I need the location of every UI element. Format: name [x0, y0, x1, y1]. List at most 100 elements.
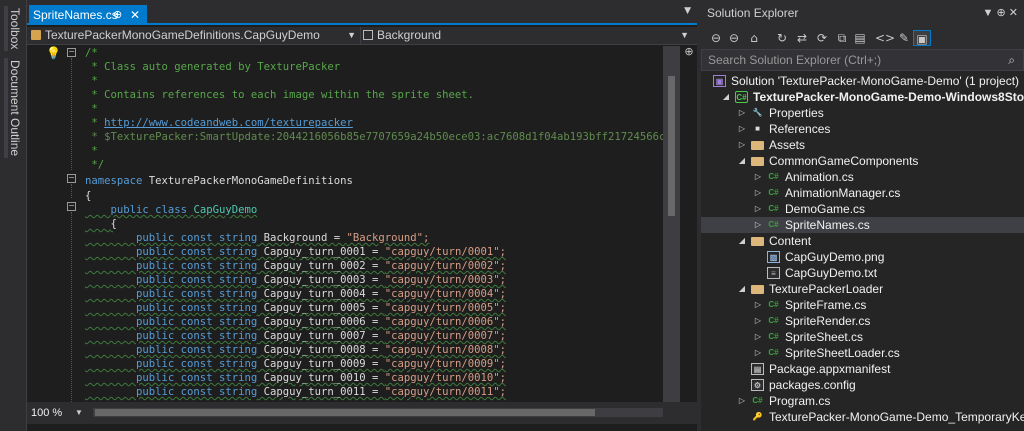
collapsed-arrow-icon[interactable]: ▷: [753, 313, 763, 329]
type-dropdown[interactable]: TexturePackerMonoGameDefinitions.CapGuyD…: [31, 27, 361, 45]
document-tab-row: SpriteNames.cs ⊕ ✕ ▼: [27, 0, 697, 25]
tree-item[interactable]: ▷ 🔧 Properties: [701, 105, 1024, 121]
texturepacker-link[interactable]: http://www.codeandweb.com/texturepacker: [104, 117, 353, 129]
tree-item[interactable]: ▷ C# DemoGame.cs: [701, 201, 1024, 217]
field-name: Background =: [257, 232, 347, 244]
properties-icon[interactable]: ✎: [895, 30, 913, 46]
chevron-down-icon[interactable]: ▼: [75, 408, 83, 417]
collapsed-arrow-icon[interactable]: ▷: [737, 137, 747, 153]
expand-arrow-icon[interactable]: ◢: [737, 281, 747, 297]
keyword: public class: [110, 204, 188, 216]
collapsed-arrow-icon[interactable]: ▷: [753, 185, 763, 201]
tree-item[interactable]: ▷ ■ References: [701, 121, 1024, 137]
close-icon[interactable]: ✕: [130, 5, 140, 25]
csharp-project-icon: C#: [735, 91, 748, 103]
tree-item[interactable]: ⚙ packages.config: [701, 377, 1024, 393]
glyph-margin: [27, 45, 49, 402]
collapsed-arrow-icon[interactable]: ▷: [753, 345, 763, 361]
search-icon: ⌕: [1008, 53, 1015, 67]
collapsed-arrow-icon[interactable]: ▷: [737, 121, 747, 137]
pin-icon[interactable]: ⊕: [113, 5, 122, 25]
expand-arrow-icon[interactable]: ◢: [737, 233, 747, 249]
lightbulb-icon[interactable]: 💡: [46, 46, 61, 60]
keyword: public const string: [136, 260, 258, 272]
preview-icon[interactable]: ▣: [913, 30, 931, 46]
tree-item[interactable]: ▷ C# SpriteSheetLoader.cs: [701, 345, 1024, 361]
type-dropdown-label: TexturePackerMonoGameDefinitions.CapGuyD…: [45, 28, 320, 42]
split-window-icon[interactable]: ⊕: [681, 45, 697, 59]
horizontal-scrollbar[interactable]: [93, 408, 663, 417]
panel-header: Solution Explorer ▼ ⊕ ✕: [701, 0, 1024, 27]
field-name: Capguy_turn_0001 =: [257, 246, 385, 258]
collapse-icon[interactable]: −: [67, 202, 76, 211]
tab-dropdown-icon[interactable]: ▼: [684, 6, 691, 16]
collapse-all-icon[interactable]: ⧉: [833, 30, 851, 46]
collapsed-arrow-icon[interactable]: ▷: [753, 169, 763, 185]
tree-item[interactable]: ▣ Solution 'TexturePacker-MonoGame-Demo' …: [701, 73, 1024, 89]
field-icon: [363, 30, 373, 40]
vertical-scrollbar[interactable]: [663, 46, 680, 402]
pin-icon[interactable]: ⊕: [997, 7, 1006, 19]
show-all-files-icon[interactable]: ▤: [851, 30, 869, 46]
collapsed-arrow-icon[interactable]: ▷: [753, 329, 763, 345]
collapsed-arrow-icon[interactable]: ▷: [753, 217, 763, 233]
config-file-icon: ⚙: [751, 379, 764, 391]
scroll-thumb[interactable]: [95, 409, 595, 416]
tree-item[interactable]: ◢ Content: [701, 233, 1024, 249]
tree-item[interactable]: ▷ C# Animation.cs: [701, 169, 1024, 185]
tree-item[interactable]: 🔑 TexturePacker-MonoGame-Demo_TemporaryKe…: [701, 409, 1024, 425]
tree-item[interactable]: ◢ CommonGameComponents: [701, 153, 1024, 169]
tree-item[interactable]: ▷ C# SpriteNames.cs: [701, 217, 1024, 233]
expand-arrow-icon[interactable]: ◢: [737, 153, 747, 169]
back-icon[interactable]: ⊖: [707, 30, 725, 46]
collapsed-arrow-icon[interactable]: ▷: [753, 201, 763, 217]
close-icon[interactable]: ✕: [1009, 7, 1018, 19]
tree-item[interactable]: ▷ C# Program.cs: [701, 393, 1024, 409]
tree-item[interactable]: ▷ C# SpriteFrame.cs: [701, 297, 1024, 313]
view-code-icon[interactable]: <>: [875, 30, 895, 46]
document-outline-tab[interactable]: Document Outline: [4, 58, 22, 159]
refresh-icon[interactable]: ⟳: [813, 30, 831, 46]
tree-item-label: CommonGameComponents: [769, 154, 919, 168]
field-name: Capguy_turn_0010 =: [257, 372, 385, 384]
code-line: *: [85, 75, 98, 87]
tree-item[interactable]: ◢ TexturePackerLoader: [701, 281, 1024, 297]
sync-icon[interactable]: ⇄: [793, 30, 811, 46]
string-literal: "capguy/turn/0006";: [384, 316, 506, 328]
tree-item[interactable]: ▤ Package.appxmanifest: [701, 361, 1024, 377]
string-literal: "capguy/turn/0007";: [384, 330, 506, 342]
tab-spritenames[interactable]: SpriteNames.cs ⊕ ✕: [29, 5, 147, 25]
collapsed-arrow-icon[interactable]: ▷: [753, 297, 763, 313]
tree-item[interactable]: ≡ CapGuyDemo.txt: [701, 265, 1024, 281]
scroll-thumb[interactable]: [668, 76, 675, 216]
field-name: Capguy_turn_0007 =: [257, 330, 385, 342]
tree-item[interactable]: ▷ C# AnimationManager.cs: [701, 185, 1024, 201]
tree-item[interactable]: ▷ C# SpriteSheet.cs: [701, 329, 1024, 345]
collapsed-arrow-icon[interactable]: ▷: [737, 105, 747, 121]
image-file-icon: ▨: [767, 251, 780, 263]
panel-toolbar: ⊖ ⊖ ⌂ ↻ ⇄ ⟳ ⧉ ▤ <> ✎ ▣: [701, 27, 1024, 49]
code-line: public const string Capguy_turn_0001 = "…: [85, 245, 506, 259]
home-icon[interactable]: ⌂: [745, 30, 763, 46]
tree-item[interactable]: ▷ Assets: [701, 137, 1024, 153]
collapse-icon[interactable]: −: [67, 48, 76, 57]
tree-item[interactable]: ▨ CapGuyDemo.png: [701, 249, 1024, 265]
forward-icon[interactable]: ⊖: [725, 30, 743, 46]
search-input[interactable]: Search Solution Explorer (Ctrl+;) ⌕: [701, 49, 1024, 71]
member-dropdown[interactable]: Background ▼: [363, 27, 693, 45]
panel-title: Solution Explorer: [707, 6, 799, 20]
code-line: public const string Capguy_turn_0003 = "…: [85, 273, 506, 287]
tree-item-label: TexturePacker-MonoGame-Demo-Windows8Stor…: [753, 90, 1024, 104]
toolbox-tab[interactable]: Toolbox: [4, 6, 22, 52]
history-icon[interactable]: ↻: [773, 30, 791, 46]
expand-arrow-icon[interactable]: ◢: [721, 89, 731, 105]
string-literal: "Background";: [346, 232, 430, 244]
collapsed-arrow-icon[interactable]: ▷: [737, 393, 747, 409]
zoom-level[interactable]: 100 %: [31, 407, 62, 419]
tree-item[interactable]: ▷ C# SpriteRender.cs: [701, 313, 1024, 329]
tree-item[interactable]: ◢ C# TexturePacker-MonoGame-Demo-Windows8S…: [701, 89, 1024, 105]
code-line: public const string Capguy_turn_0007 = "…: [85, 329, 506, 343]
dropdown-icon[interactable]: ▼: [983, 7, 994, 19]
code-text[interactable]: /* * Class auto generated by TexturePack…: [85, 46, 663, 402]
collapse-icon[interactable]: −: [67, 174, 76, 183]
